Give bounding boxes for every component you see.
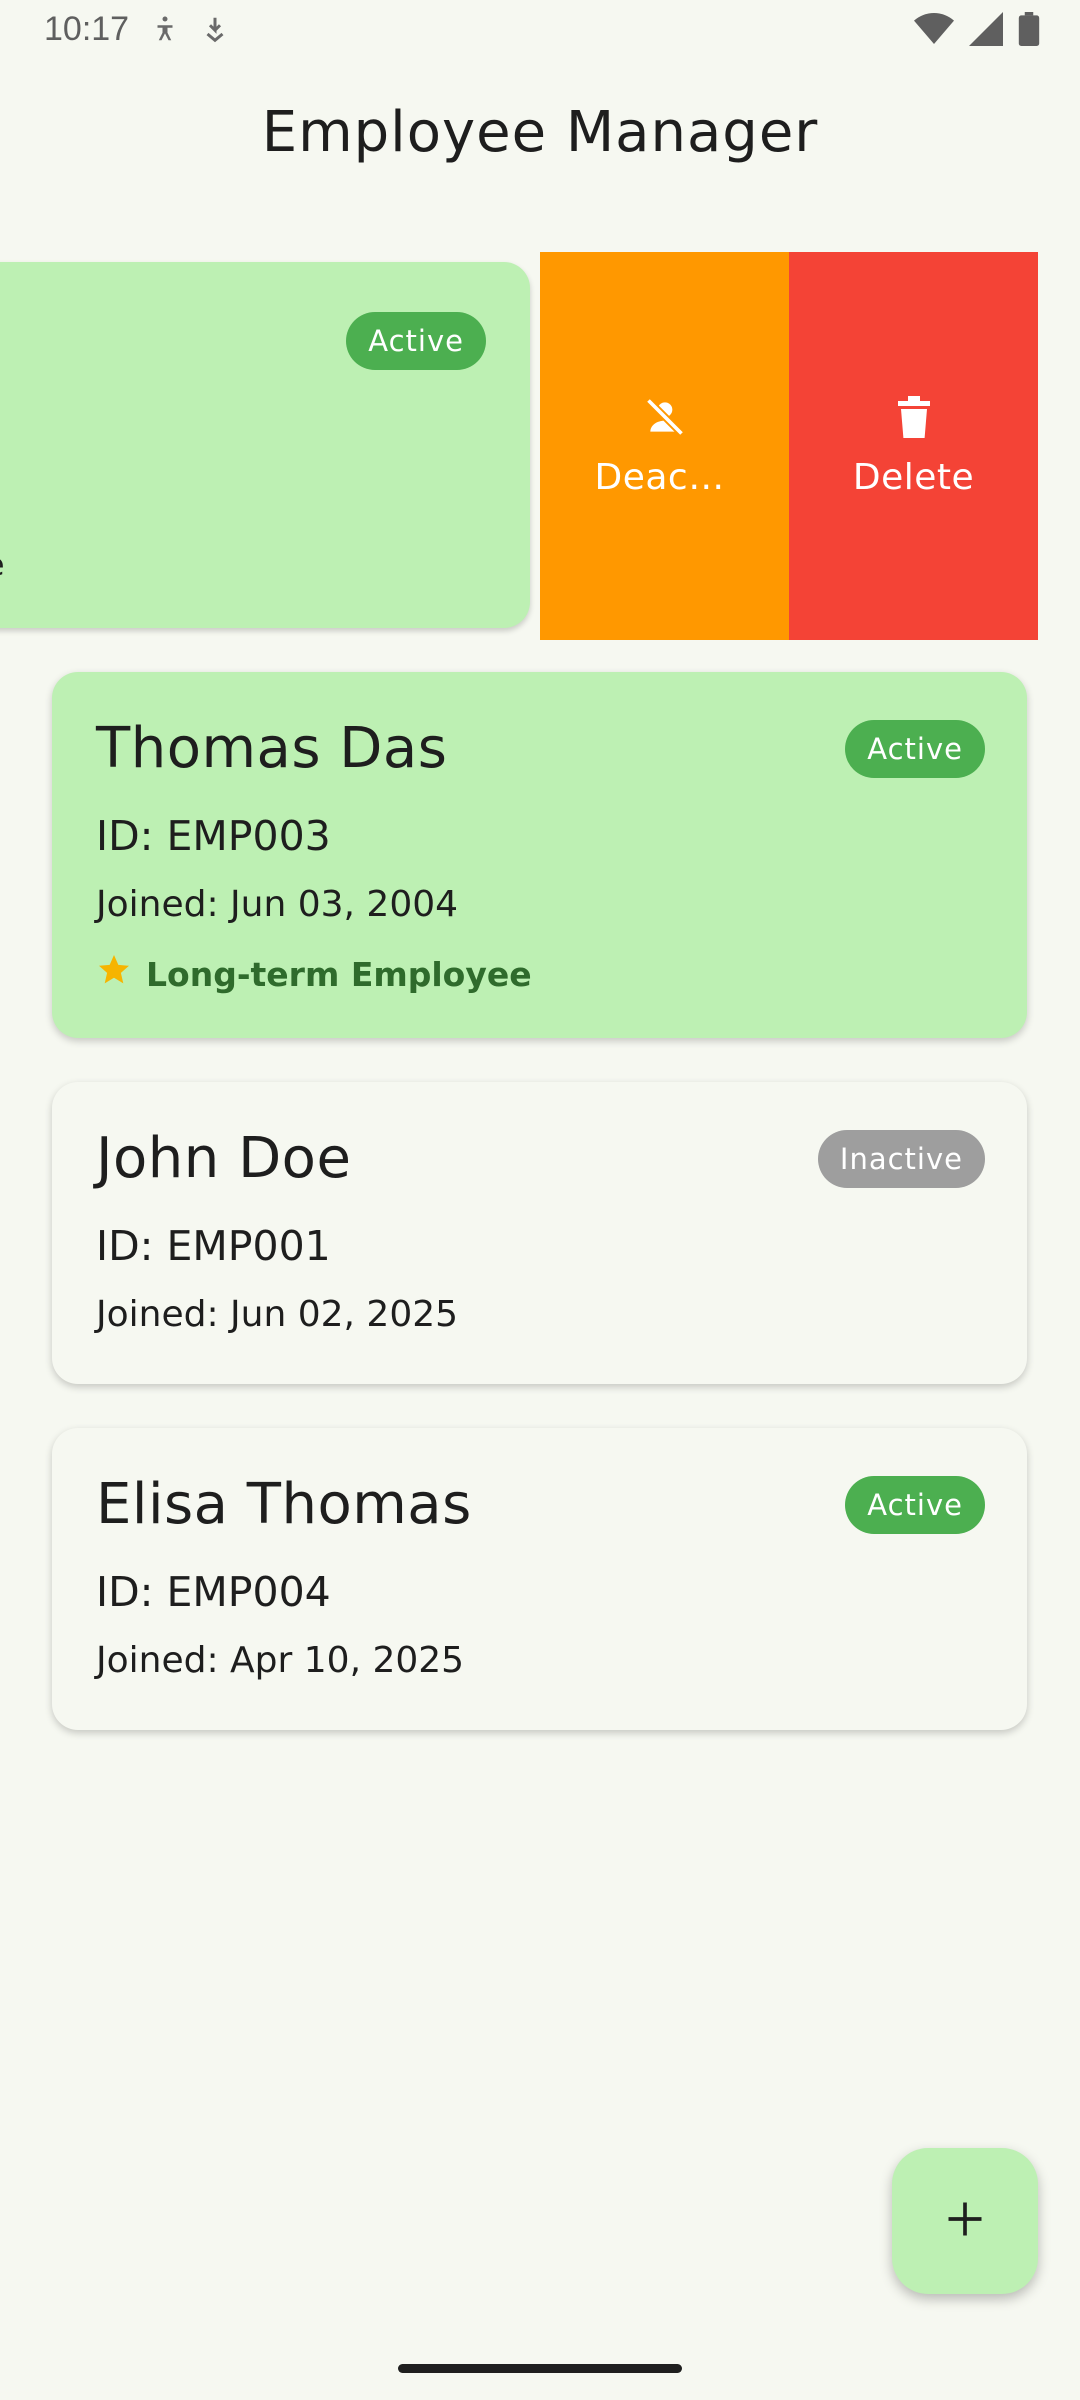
gesture-nav-handle[interactable]: [398, 2364, 682, 2373]
employee-id: ID: EMP004: [96, 1568, 331, 1616]
employee-card[interactable]: Thomas Das Active ID: EMP003 Joined: Jun…: [52, 672, 1027, 1038]
signal-icon: [968, 12, 1004, 50]
battery-icon: [1018, 12, 1040, 50]
long-term-note: Long-term Employee: [96, 952, 532, 996]
wifi-icon: [914, 12, 954, 50]
status-left-icons: [150, 14, 230, 48]
employee-joined-date: Joined: Jun 02, 2025: [96, 1294, 459, 1335]
employee-joined-date: Joined: Apr 10, 2025: [96, 1640, 465, 1681]
status-badge: Active: [845, 720, 985, 778]
deactivate-label: Deactivate: [594, 456, 735, 498]
employee-card[interactable]: Elisa Thomas Active ID: EMP004 Joined: A…: [52, 1428, 1027, 1730]
employee-id: ID: EMP003: [96, 812, 331, 860]
deactivate-action-button[interactable]: Deactivate: [540, 252, 789, 640]
card-edge-text: e: [0, 548, 4, 583]
note-label: Long-term Employee: [146, 954, 532, 994]
screen: 10:17 Employee Manager Active e: [0, 0, 1080, 2400]
plus-icon: [943, 2197, 987, 2245]
status-bar: 10:17: [0, 0, 1080, 62]
trash-icon: [894, 395, 934, 443]
app-title: Employee Manager: [261, 100, 819, 165]
employee-card[interactable]: John Doe Inactive ID: EMP001 Joined: Jun…: [52, 1082, 1027, 1384]
accessibility-icon: [150, 14, 180, 48]
status-time: 10:17: [44, 10, 130, 48]
download-icon: [200, 14, 230, 48]
employee-name: John Doe: [96, 1126, 352, 1191]
delete-action-button[interactable]: Delete: [789, 252, 1038, 640]
status-right-icons: [914, 12, 1040, 50]
delete-label: Delete: [852, 456, 975, 498]
employee-name: Elisa Thomas: [96, 1472, 472, 1537]
star-icon: [96, 952, 132, 996]
person-off-icon: [643, 395, 687, 443]
add-employee-button[interactable]: [892, 2148, 1038, 2294]
swiped-employee-card[interactable]: Active: [0, 262, 530, 628]
employee-joined-date: Joined: Jun 03, 2004: [96, 884, 459, 925]
status-badge: Inactive: [817, 1130, 985, 1188]
employee-name: Thomas Das: [96, 716, 448, 781]
employee-id: ID: EMP001: [96, 1222, 331, 1270]
status-badge: Active: [845, 1476, 985, 1534]
status-badge: Active: [346, 312, 486, 370]
